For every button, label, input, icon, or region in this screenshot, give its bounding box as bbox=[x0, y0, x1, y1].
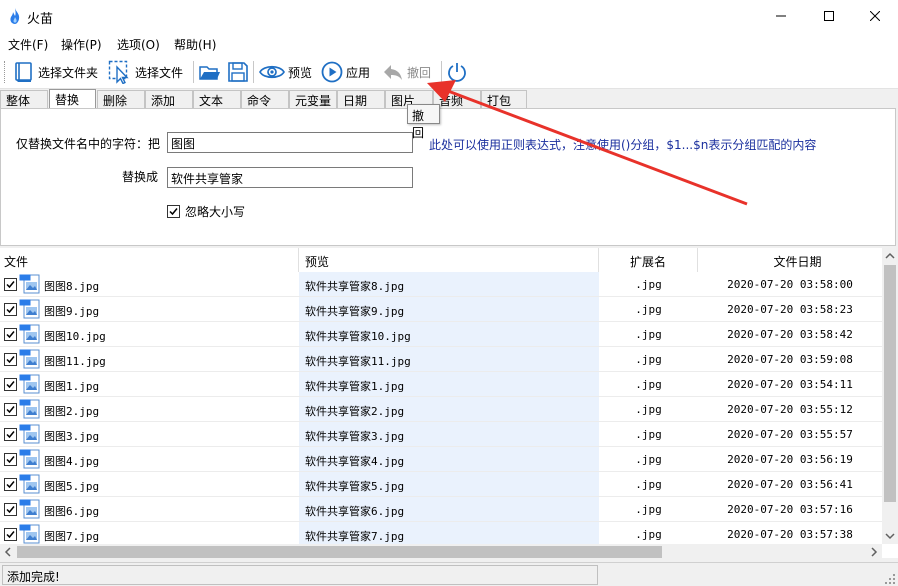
annotation-arrow-icon bbox=[427, 80, 748, 206]
